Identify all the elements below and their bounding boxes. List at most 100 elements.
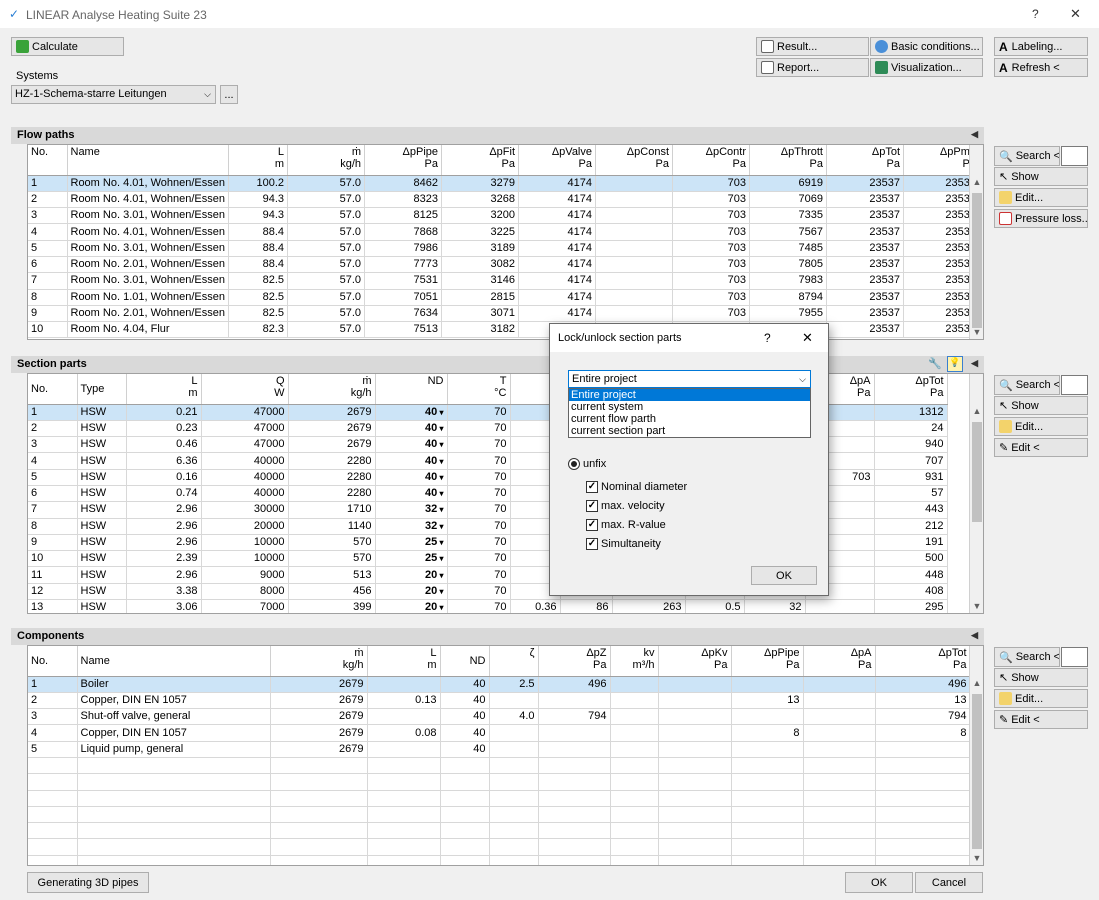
column-header[interactable]: ζ bbox=[489, 646, 539, 677]
scope-select[interactable]: Entire project ⌵ bbox=[568, 370, 811, 388]
column-header[interactable]: Name bbox=[77, 646, 271, 677]
column-header[interactable]: ΔpTot Pa bbox=[826, 145, 904, 176]
flow-edit-button[interactable]: Edit... bbox=[994, 188, 1088, 207]
scroll-up-icon[interactable]: ▲ bbox=[970, 406, 983, 420]
chevron-down-icon[interactable]: ▾ bbox=[437, 505, 443, 514]
scroll-thumb[interactable] bbox=[972, 193, 982, 328]
table-row[interactable]: 10 Room No. 4.04, Flur 82.3 57.0 7513 3182 235… bbox=[28, 321, 980, 339]
table-row[interactable]: 13 HSW 3.06 7000 399 20 ▾ 70 0.36 86 263 0.5 32 295 bbox=[28, 599, 948, 613]
labeling-button[interactable]: A Labeling... bbox=[994, 37, 1088, 56]
table-row[interactable]: 8 Room No. 1.01, Wohnen/Essen 82.5 57.0 7051… bbox=[28, 289, 980, 306]
systems-select[interactable]: HZ-1-Schema-starre Leitungen ⌵ bbox=[11, 85, 216, 104]
components-search-button[interactable]: 🔍 Search < bbox=[994, 647, 1060, 667]
column-header[interactable]: ND bbox=[375, 374, 448, 405]
table-row[interactable]: 3 Shut-off valve, general 2679 40 4.0 794 794 bbox=[28, 708, 971, 726]
components-edit-button[interactable]: Edit... bbox=[994, 689, 1088, 708]
table-row[interactable]: 2 Room No. 4.01, Wohnen/Essen 94.3 57.0 8323… bbox=[28, 191, 980, 209]
scroll-up-icon[interactable]: ▲ bbox=[970, 177, 983, 191]
refresh-button[interactable]: A Refresh < bbox=[994, 58, 1088, 77]
scroll-thumb[interactable] bbox=[972, 694, 982, 849]
table-row[interactable]: 4 Copper, DIN EN 1057 2679 0.08 40 8 8 bbox=[28, 724, 971, 742]
scroll-down-icon[interactable]: ▼ bbox=[970, 327, 983, 339]
column-header[interactable]: Type bbox=[77, 374, 127, 405]
scope-option[interactable]: current flow parth bbox=[569, 413, 810, 425]
chevron-down-icon[interactable]: ▾ bbox=[437, 489, 443, 498]
scope-option[interactable]: Entire project bbox=[569, 389, 810, 401]
column-header[interactable]: Name bbox=[67, 145, 229, 176]
column-header[interactable]: ΔpThrott Pa bbox=[749, 145, 827, 176]
flow-search-input[interactable] bbox=[1061, 146, 1088, 166]
generate-3d-pipes-button[interactable]: Generating 3D pipes bbox=[27, 872, 149, 893]
collapse-icon[interactable]: ◀ bbox=[971, 630, 978, 641]
dialog-ok-button[interactable]: OK bbox=[751, 566, 817, 585]
chevron-down-icon[interactable]: ▾ bbox=[437, 424, 443, 433]
chevron-down-icon[interactable]: ▾ bbox=[437, 571, 443, 580]
components-edit-more-button[interactable]: ✎ Edit < bbox=[994, 710, 1088, 729]
chevron-down-icon[interactable]: ▾ bbox=[437, 554, 443, 563]
chevron-down-icon[interactable]: ▾ bbox=[437, 522, 443, 531]
scope-dropdown-list[interactable]: Entire project current system current fl… bbox=[568, 388, 811, 438]
column-header[interactable]: No. bbox=[28, 374, 78, 405]
table-row[interactable]: 1 Room No. 4.01, Wohnen/Essen 100.2 57.0 846… bbox=[28, 175, 980, 192]
column-header[interactable]: No. bbox=[28, 646, 78, 677]
section-edit-button[interactable]: Edit... bbox=[994, 417, 1088, 436]
section-edit-more-button[interactable]: ✎ Edit < bbox=[994, 438, 1088, 457]
dialog-help-icon[interactable]: ? bbox=[764, 331, 771, 345]
lock-icon[interactable]: 🔧 bbox=[928, 357, 942, 371]
section-search-button[interactable]: 🔍 Search < bbox=[994, 375, 1060, 395]
flow-paths-grid[interactable]: No. Name Lm ṁ kg/h ΔpPipe Pa ΔpFit Pa ΔpValve Pa Δp… bbox=[27, 144, 984, 340]
chevron-down-icon[interactable]: ▾ bbox=[437, 457, 443, 466]
table-row[interactable]: 5 Liquid pump, general 2679 40 bbox=[28, 741, 971, 758]
unfix-radio[interactable]: unfix bbox=[568, 458, 606, 470]
scroll-down-icon[interactable]: ▼ bbox=[970, 853, 983, 865]
table-row[interactable]: 4 Room No. 4.01, Wohnen/Essen 88.4 57.0 7868… bbox=[28, 223, 980, 241]
column-header[interactable]: ND bbox=[440, 646, 490, 677]
column-header[interactable]: ΔpZ Pa bbox=[538, 646, 611, 677]
systems-more-button[interactable]: ... bbox=[220, 85, 238, 104]
table-row[interactable]: 2 Copper, DIN EN 1057 2679 0.13 40 13 13 bbox=[28, 692, 971, 710]
close-icon[interactable]: ✕ bbox=[1070, 6, 1081, 22]
table-row[interactable]: 3 Room No. 3.01, Wohnen/Essen 94.3 57.0 8125… bbox=[28, 207, 980, 225]
column-header[interactable]: Lm bbox=[228, 145, 288, 176]
section-search-input[interactable] bbox=[1061, 375, 1088, 395]
components-search-input[interactable] bbox=[1061, 647, 1088, 667]
section-parts-grid[interactable]: No. Type Lm Q Wṁ kg/h ND T °C ΔpA Pa ΔpTot Pa 1 HSW 0.… bbox=[27, 373, 984, 614]
ok-button[interactable]: OK bbox=[845, 872, 913, 893]
simultaneity-checkbox[interactable]: ✓ Simultaneity bbox=[586, 538, 661, 550]
section-parts-scrollbar[interactable]: ▲ ▼ bbox=[969, 374, 983, 613]
scroll-up-icon[interactable]: ▲ bbox=[970, 678, 983, 692]
nominal-diameter-checkbox[interactable]: ✓ Nominal diameter bbox=[586, 481, 687, 493]
components-show-button[interactable]: ↖ Show bbox=[994, 668, 1088, 687]
scope-option[interactable]: current system bbox=[569, 401, 810, 413]
dialog-close-icon[interactable]: ✕ bbox=[802, 330, 813, 346]
collapse-icon[interactable]: ◀ bbox=[971, 129, 978, 140]
table-row[interactable]: 1 Boiler 2679 40 2.5 496 496 bbox=[28, 676, 971, 693]
result-button[interactable]: Result... bbox=[756, 37, 869, 56]
column-header[interactable]: ΔpTot Pa bbox=[874, 374, 948, 405]
chevron-down-icon[interactable]: ▾ bbox=[437, 408, 443, 417]
flow-show-button[interactable]: ↖ Show bbox=[994, 167, 1088, 186]
calculate-button[interactable]: Calculate bbox=[11, 37, 124, 56]
column-header[interactable]: QW bbox=[201, 374, 289, 405]
scroll-down-icon[interactable]: ▼ bbox=[970, 601, 983, 613]
help-icon[interactable]: ? bbox=[1032, 7, 1039, 21]
table-row[interactable]: 6 Room No. 2.01, Wohnen/Essen 88.4 57.0 7773… bbox=[28, 256, 980, 274]
column-header[interactable]: ΔpTot Pa bbox=[875, 646, 971, 677]
column-header[interactable]: ΔpConst Pa bbox=[595, 145, 673, 176]
max-r-value-checkbox[interactable]: ✓ max. R-value bbox=[586, 519, 666, 531]
column-header[interactable]: ΔpFit Pa bbox=[441, 145, 519, 176]
column-header[interactable]: ṁ kg/h bbox=[288, 374, 376, 405]
table-row[interactable]: 9 Room No. 2.01, Wohnen/Essen 82.5 57.0 7634… bbox=[28, 305, 980, 323]
column-header[interactable]: ṁ kg/h bbox=[270, 646, 368, 677]
basic-conditions-button[interactable]: Basic conditions... bbox=[870, 37, 983, 56]
chevron-down-icon[interactable]: ▾ bbox=[437, 440, 443, 449]
chevron-down-icon[interactable]: ▾ bbox=[437, 538, 443, 547]
flow-paths-scrollbar[interactable]: ▲ ▼ bbox=[969, 145, 983, 339]
column-header[interactable]: Lm bbox=[126, 374, 202, 405]
scope-option[interactable]: current section part bbox=[569, 425, 810, 437]
column-header[interactable]: ΔpPipe Pa bbox=[731, 646, 804, 677]
column-header[interactable]: No. bbox=[28, 145, 68, 176]
chevron-down-icon[interactable]: ▾ bbox=[437, 603, 443, 612]
scroll-thumb[interactable] bbox=[972, 422, 982, 522]
visualization-button[interactable]: Visualization... bbox=[870, 58, 983, 77]
